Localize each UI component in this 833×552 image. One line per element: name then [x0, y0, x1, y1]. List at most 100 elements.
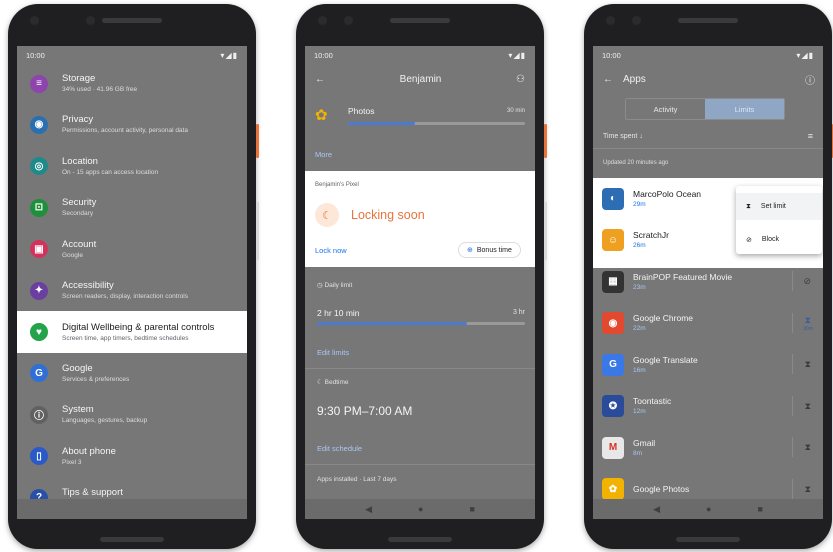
app-name: Google Chrome [633, 313, 694, 323]
camera-icon [606, 16, 615, 25]
edit-limits-link[interactable]: Edit limits [317, 348, 349, 357]
settings-item-title: System [62, 404, 94, 416]
settings-item[interactable]: ◉ Privacy Permissions, account activity, p… [17, 104, 247, 145]
phone-child-profile: 10:00 ▾◢▮ ← Benjamin ⚇ ✿ Photos 30 min M… [296, 4, 547, 549]
system-icon: ⓘ [30, 405, 48, 424]
app-row[interactable]: ✪ Toontastic 12m ⧗ [593, 386, 823, 427]
app-name: MarcoPolo Ocean [633, 188, 702, 199]
lock-now-button[interactable]: Lock now [315, 246, 347, 255]
settings-item[interactable]: ≡ Storage 34% used · 41.96 GB free [17, 63, 247, 104]
page-title: Benjamin [399, 73, 442, 85]
stage: 10:00 ▾◢▮ ≡ Storage 34% used · 41.96 GB fr… [0, 0, 833, 552]
menu-block[interactable]: ⊘ Block [736, 226, 822, 253]
app-text: Toontastic 12m [633, 396, 671, 416]
settings-item-title: Tips & support [62, 487, 123, 498]
tab-activity[interactable]: Activity [626, 99, 705, 119]
nav-bar: ◀ ● ■ [305, 499, 535, 519]
settings-item[interactable]: ♥ Digital Wellbeing & parental controls Sc… [17, 311, 247, 354]
settings-item-subtitle: Google [62, 251, 83, 259]
edit-schedule-link[interactable]: Edit schedule [317, 444, 362, 453]
bonus-time-button[interactable]: ⊕ Bonus time [458, 242, 521, 258]
phone-settings: 10:00 ▾◢▮ ≡ Storage 34% used · 41.96 GB fr… [8, 4, 259, 549]
settings-item[interactable]: ▣ Account Google [17, 229, 247, 270]
sort-dropdown[interactable]: Time spent ↓ [603, 133, 643, 140]
menu-block-label: Block [761, 236, 779, 243]
status-icons: ▾◢▮ [508, 50, 526, 60]
app-name: Google Translate [633, 354, 698, 365]
bonus-time-label: Bonus time [476, 246, 512, 254]
daily-limit-fill [317, 322, 467, 325]
help-icon[interactable]: ⓘ [805, 72, 815, 87]
status-bar: 10:00 ▾◢▮ [17, 46, 247, 64]
status-icons: ▾◢▮ [220, 50, 238, 60]
hourglass-icon: ⧗ [746, 202, 751, 210]
app-text: ScratchJr 26m [633, 230, 669, 250]
app-name: ScratchJr [633, 230, 669, 240]
more-link[interactable]: More [315, 150, 332, 159]
settings-item-subtitle: Screen readers, display, interaction con… [62, 293, 188, 300]
timer-icon[interactable]: ⧗ [805, 315, 811, 326]
app-usage-row[interactable]: ✿ Photos 30 min [315, 104, 525, 134]
nav-back-icon[interactable]: ◀ [653, 504, 660, 515]
daily-limit-label: ◷ Daily limit [317, 282, 353, 289]
filter-icon[interactable]: ≡ [808, 131, 813, 141]
top-bar: ← Apps ⓘ [593, 64, 823, 94]
app-text: MarcoPolo Ocean 29m [633, 189, 701, 209]
nav-home-icon[interactable]: ● [418, 504, 423, 514]
speaker-grille [678, 18, 738, 23]
power-button [256, 124, 259, 158]
wellbeing-icon: ♥ [30, 323, 48, 342]
app-text: Google Translate 16m [633, 355, 698, 375]
settings-item-text: Security Secondary [62, 197, 96, 218]
settings-item[interactable]: ✦ Accessibility Screen readers, display, i… [17, 270, 247, 311]
profile-settings-icon[interactable]: ⚇ [516, 74, 525, 85]
nav-recents-icon[interactable]: ■ [469, 504, 474, 514]
app-name: Toontastic [633, 396, 672, 406]
nav-back-icon[interactable]: ◀ [365, 504, 372, 515]
nav-bar [17, 499, 247, 519]
location-icon: ◎ [30, 157, 48, 176]
app-row[interactable]: M Gmail 8m ⧗ [593, 427, 823, 468]
timer-icon[interactable]: ⧗ [805, 484, 811, 495]
volume-button [544, 202, 547, 260]
settings-item-subtitle: Permissions, account activity, personal … [62, 127, 188, 135]
photos-label: Photos [348, 106, 375, 116]
screen-apps: 10:00 ▾◢▮ ← Apps ⓘ Activity Limits Time … [593, 46, 823, 519]
apps-installed-label: Apps installed · Last 7 days [317, 476, 397, 483]
app-icon: ▦ [602, 270, 624, 293]
app-icon: M [602, 436, 624, 459]
app-row[interactable]: ▦ BrainPOP Featured Movie 23m ⊘ [593, 261, 823, 302]
settings-item[interactable]: ⓘ System Languages, gestures, backup [17, 394, 247, 435]
app-row[interactable]: ◉ Google Chrome 22m ⧗ 30m [593, 303, 823, 344]
menu-set-limit-label: Set limit [760, 203, 786, 210]
settings-item-title: Location [62, 155, 98, 167]
timer-icon[interactable]: ⧗ [805, 401, 811, 412]
bedtime-label-text: Bedtime [324, 379, 349, 386]
account-icon: ▣ [30, 240, 48, 259]
menu-set-limit[interactable]: ⧗ Set limit [736, 193, 822, 220]
back-arrow-icon[interactable]: ← [603, 74, 613, 85]
arrow-down-icon: ↓ [639, 133, 643, 140]
accessibility-icon: ✦ [30, 281, 48, 300]
settings-item-subtitle: Pixel 3 [62, 458, 82, 466]
app-row[interactable]: G Google Translate 16m ⧗ [593, 344, 823, 385]
home-pill [676, 537, 740, 542]
settings-item[interactable]: ⊡ Security Secondary [17, 187, 247, 228]
app-time: 8m [633, 449, 643, 457]
timer-icon[interactable]: ⧗ [805, 359, 811, 370]
moon-icon: ☾ [315, 203, 339, 227]
speaker-grille [102, 18, 162, 23]
camera-icon [318, 16, 327, 25]
settings-item[interactable]: ◎ Location On - 15 apps can access locatio… [17, 146, 247, 187]
block-icon[interactable]: ⊘ [803, 276, 811, 287]
nav-home-icon[interactable]: ● [706, 504, 711, 514]
settings-item-subtitle: 34% used · 41.96 GB free [62, 86, 138, 93]
nav-recents-icon[interactable]: ■ [757, 504, 762, 514]
bedtime-label: ☾ Bedtime [317, 379, 349, 386]
back-arrow-icon[interactable]: ← [315, 74, 325, 85]
settings-item[interactable]: G Google Services & preferences [17, 353, 247, 394]
settings-item[interactable]: ▯ About phone Pixel 3 [17, 436, 247, 477]
settings-item-title: Digital Wellbeing & parental controls [62, 321, 215, 333]
tab-limits[interactable]: Limits [705, 99, 784, 119]
timer-icon[interactable]: ⧗ [805, 442, 811, 453]
